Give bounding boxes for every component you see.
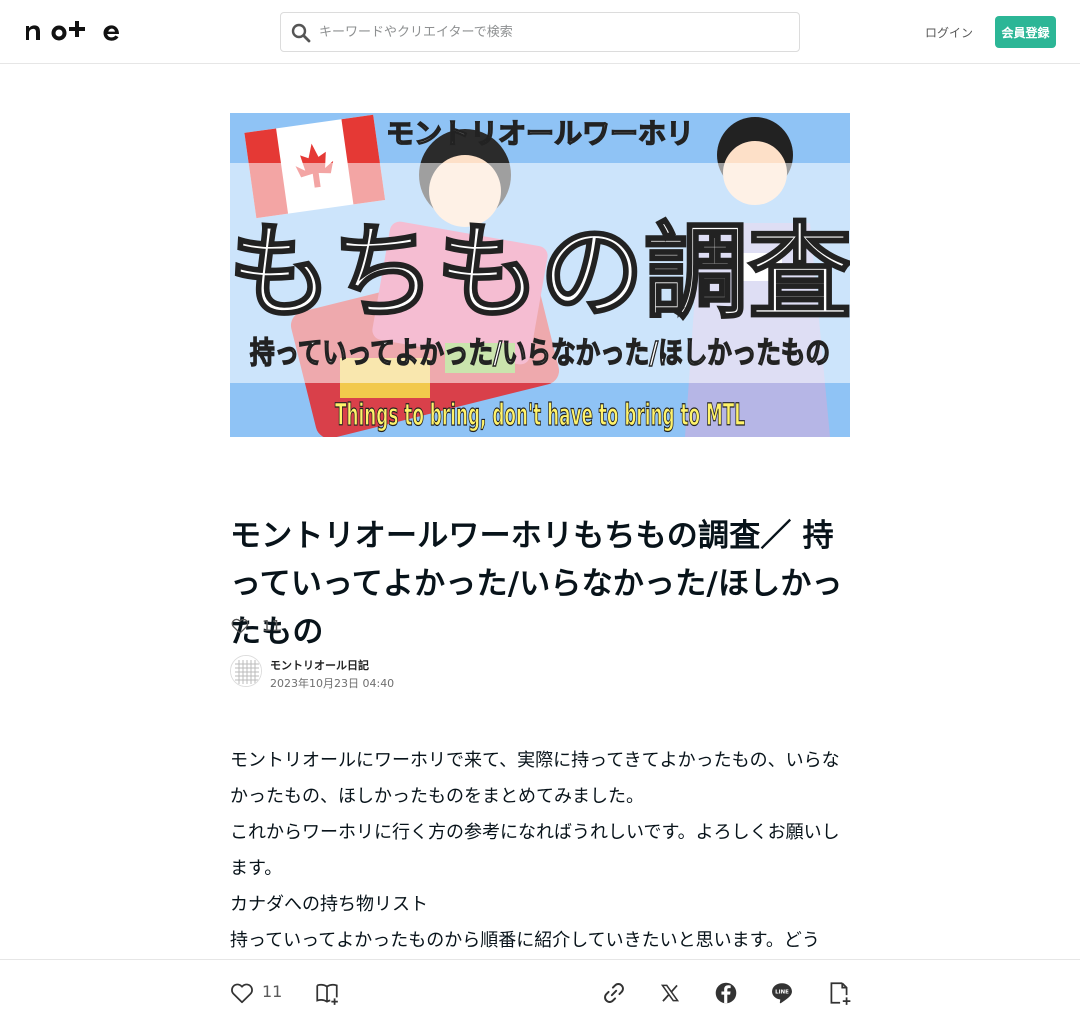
like-area-top: 11 <box>230 614 281 638</box>
hero-english-text: Things to bring, don't have to bring to … <box>335 398 745 433</box>
note-add-icon[interactable] <box>826 980 852 1006</box>
hero-big-text: もちもの調査 <box>230 211 850 333</box>
login-button[interactable]: ログイン <box>920 16 978 48</box>
site-header: ログイン 会員登録 <box>0 0 1080 64</box>
author-name[interactable]: モントリオール日記 <box>270 657 369 673</box>
signup-button[interactable]: 会員登録 <box>995 16 1056 48</box>
hero-sub-text: 持っていってよかった/いらなかった/ほしかったもの <box>250 336 830 371</box>
like-count: 11 <box>262 617 282 635</box>
line-icon[interactable]: LINE <box>769 980 795 1006</box>
eyecatch-image: モントリオールワーホリ もちもの調査 持っていってよかった/いらなかった/ほしか… <box>230 113 850 437</box>
bottom-like-count: 11 <box>262 982 283 1001</box>
search-icon <box>291 23 311 43</box>
paragraph: これからワーホリに行く方の参考になればうれしいです。よろしくお願いします。 <box>230 822 840 879</box>
facebook-icon[interactable] <box>713 980 739 1006</box>
bottom-action-bar: 11 LINE <box>0 959 1080 1024</box>
heart-icon[interactable] <box>229 980 255 1006</box>
avatar-image <box>231 656 261 686</box>
hero-top-text: モントリオールワーホリ <box>386 117 694 150</box>
article-body: モントリオールにワーホリで来て、実際に持ってきてよかったもの、いらなかったもの、… <box>230 743 852 995</box>
paragraph: カナダへの持ち物リスト <box>230 894 428 915</box>
note-logo[interactable] <box>24 18 124 46</box>
x-icon[interactable] <box>657 980 683 1006</box>
article-title: モントリオールワーホリもちもの調査／ 持っていってよかった/いらなかった/ほしか… <box>230 518 843 650</box>
link-icon[interactable] <box>601 980 627 1006</box>
svg-text:LINE: LINE <box>775 990 789 996</box>
magazine-add-icon[interactable] <box>314 980 340 1006</box>
post-date: 2023年10月23日 04:40 <box>270 677 395 690</box>
search-box[interactable] <box>280 12 800 52</box>
search-input[interactable] <box>319 17 789 47</box>
avatar[interactable] <box>230 655 262 687</box>
eyecatch-illustration: モントリオールワーホリ もちもの調査 持っていってよかった/いらなかった/ほしか… <box>230 113 850 437</box>
heart-icon[interactable] <box>230 616 250 636</box>
paragraph: モントリオールにワーホリで来て、実際に持ってきてよかったもの、いらなかったもの、… <box>230 750 840 807</box>
